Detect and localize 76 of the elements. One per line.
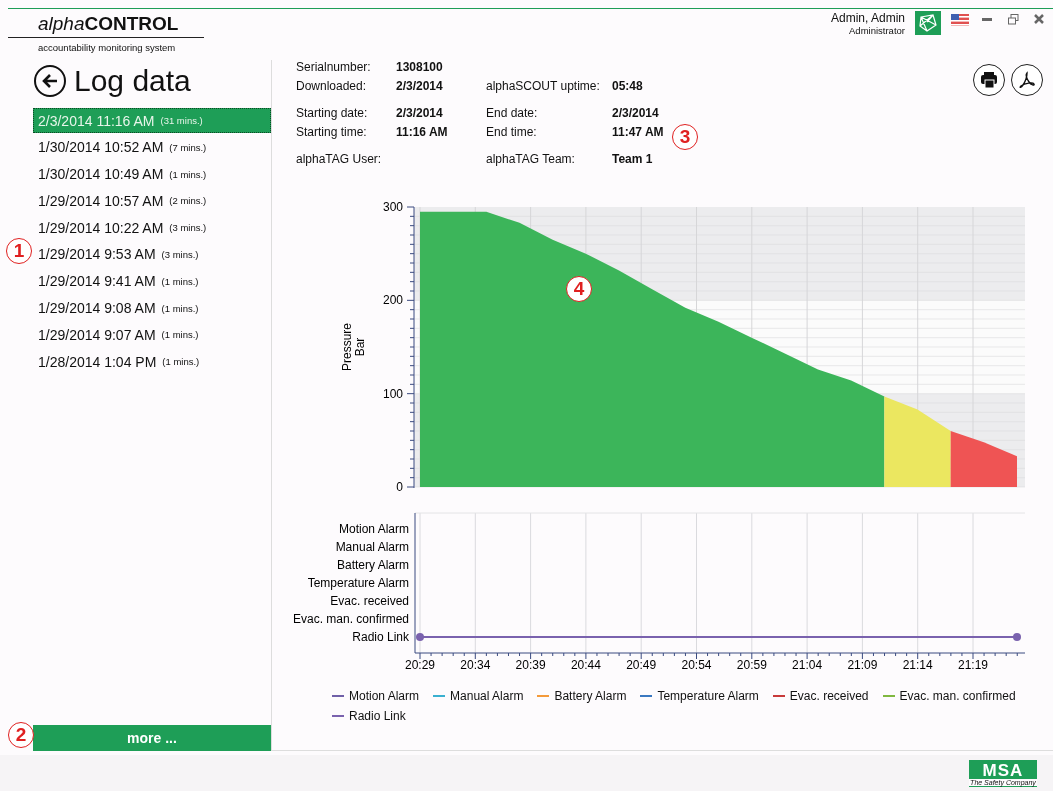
pdf-icon	[1017, 70, 1037, 90]
axis-label: 21:04	[792, 658, 823, 672]
network-icon[interactable]	[915, 11, 941, 35]
axis-label: 20:29	[405, 658, 435, 672]
user-name: Admin, Admin	[830, 11, 905, 25]
axis-label: 20:59	[736, 658, 767, 672]
legend-label[interactable]: Evac. man. confirmed	[899, 689, 1016, 703]
log-entry[interactable]: 1/29/2014 9:41 AM (1 mins.)	[33, 268, 271, 294]
axis-title: Pressure Bar	[340, 323, 367, 371]
legend-label[interactable]: Motion Alarm	[349, 689, 420, 703]
axis-label: Battery Alarm	[336, 558, 409, 572]
info-label: Starting date:	[296, 106, 369, 121]
legend-label[interactable]: Radio Link	[349, 709, 406, 723]
axis-label: Evac. received	[330, 594, 409, 608]
info-label: alphaTAG Team:	[486, 152, 576, 167]
app-logo: alphaCONTROL	[8, 13, 204, 38]
pdf-button[interactable]	[1011, 64, 1043, 96]
app-subtitle: accountability monitoring system	[37, 41, 177, 53]
axis-label: 21:09	[847, 658, 878, 672]
axis-label: Motion Alarm	[338, 522, 409, 536]
back-button[interactable]	[34, 65, 66, 97]
axis-label: Evac. man. confirmed	[292, 612, 409, 626]
restore-button[interactable]	[1005, 11, 1021, 27]
user-role: Administrator	[849, 25, 905, 36]
log-entry[interactable]: 1/30/2014 10:49 AM (1 mins.)	[33, 161, 271, 187]
info-value: 2/3/2014	[396, 79, 443, 94]
log-entry[interactable]: 1/29/2014 10:57 AM (2 mins.)	[33, 188, 271, 214]
minimize-icon	[982, 17, 992, 21]
back-arrow-icon	[41, 73, 59, 89]
page-title: Log data	[74, 64, 191, 98]
callout-number: 2	[8, 722, 34, 748]
axis-label: Radio Link	[352, 630, 409, 644]
axis-label: 200	[382, 293, 403, 308]
log-entry[interactable]: 1/29/2014 9:08 AM (1 mins.)	[33, 295, 271, 321]
info-label: alphaTAG User:	[296, 152, 383, 167]
log-entry[interactable]: 1/28/2014 1:04 PM (1 mins.)	[33, 349, 271, 375]
flag-icon[interactable]	[951, 14, 969, 26]
info-value: 05:48	[612, 79, 643, 94]
axis-label: 300	[382, 200, 403, 214]
axis-label: 20:34	[460, 658, 491, 672]
legend-label[interactable]: Manual Alarm	[450, 689, 524, 703]
log-entry[interactable]: 1/29/2014 9:53 AM (3 mins.)	[33, 242, 271, 267]
info-value: 1308100	[396, 60, 443, 75]
callout-number: 1	[6, 238, 32, 264]
info-label: Serialnumber:	[296, 60, 372, 75]
info-value: 2/3/2014	[612, 106, 659, 121]
log-entry[interactable]: 1/29/2014 9:07 AM (1 mins.)	[33, 322, 271, 348]
info-value: 11:47 AM	[612, 125, 664, 140]
log-entry[interactable]: 1/29/2014 10:22 AM (3 mins.)	[33, 215, 271, 241]
axis-label: 0	[396, 480, 403, 494]
axis-label: 20:49	[626, 658, 657, 672]
info-label: End time:	[486, 125, 538, 140]
print-button[interactable]	[973, 64, 1005, 96]
legend-label[interactable]: Temperature Alarm	[657, 689, 759, 703]
legend-label[interactable]: Evac. received	[789, 689, 869, 703]
info-label: Downloaded:	[296, 79, 368, 94]
info-label: Starting time:	[296, 125, 368, 140]
info-label: End date:	[486, 106, 539, 121]
axis-label: 21:14	[902, 658, 933, 672]
axis-label: 100	[382, 386, 403, 401]
info-value: 2/3/2014	[396, 106, 443, 121]
restore-icon	[1007, 13, 1019, 25]
printer-icon	[979, 71, 999, 89]
info-value: Team 1	[612, 152, 653, 167]
log-entry[interactable]: 1/30/2014 10:52 AM (7 mins.)	[33, 134, 271, 160]
axis-label: 21:19	[958, 658, 988, 672]
callout-number: 3	[672, 124, 698, 150]
legend-label[interactable]: Battery Alarm	[554, 689, 627, 703]
axis-label: 20:39	[515, 658, 546, 672]
axis-label: Temperature Alarm	[307, 576, 409, 590]
info-label: alphaSCOUT uptime:	[486, 79, 601, 94]
axis-label: 20:54	[681, 658, 712, 672]
axis-label: 20:44	[570, 658, 601, 672]
info-value: 11:16 AM	[396, 125, 448, 140]
close-icon	[1034, 14, 1044, 24]
axis-label: Manual Alarm	[335, 540, 409, 554]
